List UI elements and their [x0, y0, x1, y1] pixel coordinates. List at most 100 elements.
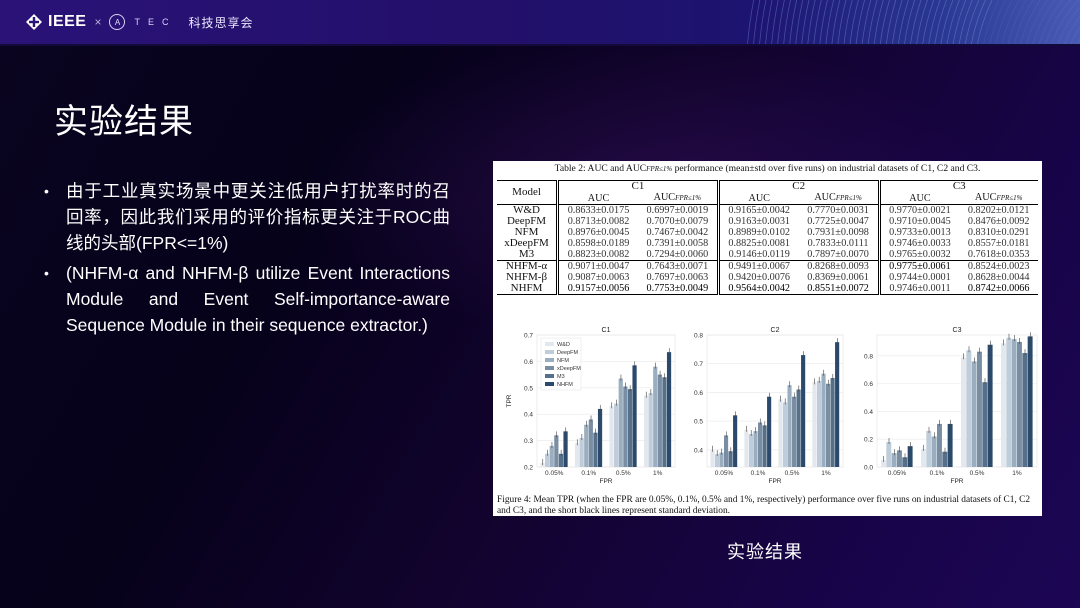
bar	[666, 352, 672, 467]
x-tick-label: 1%	[1012, 470, 1022, 477]
metric-cell: 0.7294±0.0060	[646, 249, 709, 260]
table-caption-rest: performance (mean±std over five runs) on…	[672, 163, 981, 174]
metric-cell: 0.9163±0.0031	[716, 216, 799, 227]
metric-cell: 0.8742±0.0066	[967, 283, 1030, 294]
col-header-text: AUC	[974, 192, 997, 203]
metric-cell: 0.9087±0.0063	[556, 272, 638, 283]
x-tick-label: 0.05%	[545, 470, 564, 477]
bullet-text: (NHFM-α and NHFM-β utilize Event Interac…	[66, 263, 450, 335]
metric-cell: 0.9746±0.0011	[877, 283, 960, 295]
bar	[886, 441, 892, 467]
y-tick-label: 0.7	[524, 333, 533, 340]
metric-cell: 0.9165±0.0042	[716, 204, 799, 216]
bar	[782, 402, 788, 467]
bar	[830, 378, 835, 467]
x-tick-label: 0.05%	[715, 470, 734, 477]
col-header-auc-fpr: AUCFPR≤1%	[638, 192, 718, 205]
image-caption: 实验结果	[727, 542, 803, 562]
col-header-subscript: FPR≤1%	[675, 194, 702, 202]
bar	[579, 437, 584, 467]
y-tick-label: 0.8	[864, 353, 873, 360]
arc-line	[765, 0, 773, 44]
legend-swatch	[545, 382, 554, 386]
y-tick-label: 0.8	[694, 333, 703, 340]
bar	[584, 424, 589, 467]
legend-swatch	[545, 350, 554, 354]
table-caption-subscript: FPR≤1%	[646, 165, 673, 173]
model-header: Model	[512, 186, 541, 198]
bar	[812, 382, 817, 467]
table-row: NFM 0.8976±0.0045 0.7467±0.0042 0.8989±0.01…	[497, 227, 1038, 238]
metric-cell: 0.8551±0.0072	[807, 283, 869, 294]
bar	[987, 344, 993, 467]
bar	[588, 419, 593, 467]
bullet-list: • 由于工业真实场景中更关注低用户打扰率时的召回率，因此我们采用的评价指标更关注…	[44, 178, 450, 342]
metric-cell: 0.8628±0.0044	[967, 272, 1030, 283]
ieee-logo-text: IEEE	[48, 13, 87, 30]
chart-title: C1	[602, 327, 611, 334]
table-row: M3 0.8823±0.0082 0.7294±0.0060 0.9146±0.011…	[497, 249, 1038, 261]
bar	[632, 365, 637, 467]
bar	[733, 415, 738, 467]
metric-cell: 0.7618±0.0353	[967, 249, 1030, 260]
group-header-c3: C3	[877, 180, 1038, 192]
bar	[926, 430, 932, 467]
tec-logo-text: TEC	[134, 17, 177, 27]
arc-line	[1070, 26, 1080, 44]
metric-cell: 0.7070±0.0079	[646, 216, 709, 227]
bar	[748, 434, 754, 467]
arc-line	[801, 0, 810, 44]
metric-cell: 0.8713±0.0082	[556, 216, 638, 227]
arc-line	[1014, 0, 1034, 44]
metric-cell: 0.8268±0.0093	[807, 261, 869, 272]
bar	[593, 432, 598, 467]
bullet-item: • 由于工业真实场景中更关注低用户打扰率时的召回率，因此我们采用的评价指标更关注…	[44, 178, 450, 256]
metric-cell: 0.9744±0.0001	[877, 272, 960, 283]
legend-swatch	[545, 358, 554, 362]
bar	[835, 342, 840, 467]
bar	[1011, 339, 1017, 467]
bar	[648, 393, 653, 467]
arc-line	[831, 0, 841, 44]
logo-separator: ×	[94, 15, 102, 29]
bar	[816, 380, 822, 467]
y-tick-label: 0.5	[524, 385, 533, 392]
col-header-subscript: FPR≤1%	[996, 194, 1023, 202]
x-tick-label: 0.5%	[616, 470, 631, 477]
bar	[728, 451, 733, 467]
bar	[623, 386, 628, 467]
decorative-arc-lines	[747, 0, 1080, 44]
bar	[762, 425, 767, 467]
metric-cell: 0.9071±0.0047	[556, 260, 638, 272]
x-axis-label: FPR	[951, 478, 964, 483]
metric-cell: 0.8369±0.0061	[807, 272, 869, 283]
legend-swatch	[545, 374, 554, 378]
col-header-auc-fpr: AUCFPR≤1%	[799, 192, 879, 205]
legend-label: M3	[557, 374, 565, 380]
metric-cell: 0.8310±0.0291	[967, 227, 1030, 238]
bar	[947, 423, 953, 467]
col-header-auc: AUC	[556, 192, 638, 205]
table-row: NHFM-β 0.9087±0.0063 0.7697±0.0063 0.9420±0…	[497, 272, 1038, 283]
y-tick-label: 0.0	[864, 465, 873, 472]
bar	[719, 452, 724, 467]
bar	[643, 395, 649, 467]
metric-cell: 0.7897±0.0070	[807, 249, 869, 260]
metric-cell: 0.7391±0.0058	[646, 238, 709, 249]
table-column-header-row: AUC AUCFPR≤1% AUC AUCFPR≤1% AUC AUCFPR≤1…	[497, 192, 1038, 205]
bar	[897, 450, 902, 467]
metric-cell: 0.8633±0.0175	[556, 204, 638, 216]
bar	[982, 382, 988, 467]
y-tick-label: 0.7	[694, 361, 703, 368]
metric-cell: 0.9710±0.0045	[877, 216, 960, 227]
tec-circle-icon: A	[109, 14, 126, 30]
model-name-cell: NHFM	[510, 282, 543, 294]
bar	[662, 377, 667, 467]
bullet-item: • (NHFM-α and NHFM-β utilize Event Inter…	[44, 260, 450, 338]
bar	[821, 373, 826, 467]
paper-figure-image: Table 2: AUC and AUCFPR≤1% performance (…	[493, 161, 1042, 516]
bar	[796, 389, 801, 467]
legend-swatch	[545, 366, 554, 370]
x-tick-label: 0.5%	[970, 470, 985, 477]
y-tick-label: 0.4	[524, 412, 533, 419]
